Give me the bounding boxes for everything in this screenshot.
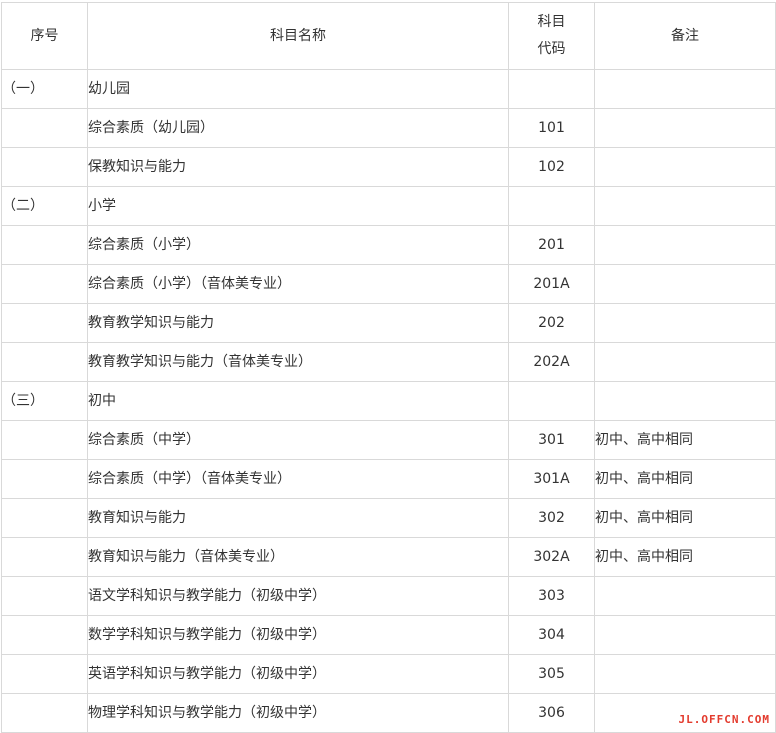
cell-seq: [1, 147, 88, 187]
cell-note: [594, 381, 776, 421]
cell-name: 英语学科知识与教学能力（初级中学）: [87, 654, 509, 694]
cell-name: 综合素质（幼儿园）: [87, 108, 509, 148]
cell-code: [508, 381, 595, 421]
cell-seq: [1, 654, 88, 694]
cell-code: 304: [508, 615, 595, 655]
header-code-line2: 代码: [537, 41, 566, 57]
cell-note: 初中、高中相同: [594, 459, 776, 499]
cell-name: 小学: [87, 186, 509, 226]
cell-name: 初中: [87, 381, 509, 421]
cell-seq: [1, 420, 88, 460]
table-row: 教育知识与能力（音体美专业） 302A 初中、高中相同: [1, 537, 776, 577]
cell-name: 综合素质（小学）: [87, 225, 509, 265]
header-name: 科目名称: [87, 2, 509, 70]
cell-seq: [1, 342, 88, 382]
table-body: 序号 科目名称 科目 代码 备注 （一） 幼儿园 综合素质（幼儿园） 101 保教知识与…: [1, 2, 776, 733]
cell-note: [594, 576, 776, 616]
subject-table: 序号 科目名称 科目 代码 备注 （一） 幼儿园 综合素质（幼儿园） 101 保教知识与…: [1, 2, 776, 733]
cell-code: 303: [508, 576, 595, 616]
cell-code: 305: [508, 654, 595, 694]
table-row: 综合素质（小学） 201: [1, 225, 776, 265]
header-code: 科目 代码: [508, 2, 595, 70]
table-row: 语文学科知识与教学能力（初级中学） 303: [1, 576, 776, 616]
header-code-line1: 科目: [537, 14, 566, 30]
cell-seq: [1, 615, 88, 655]
cell-name: 综合素质（中学）: [87, 420, 509, 460]
cell-note: [594, 108, 776, 148]
cell-code: [508, 69, 595, 109]
cell-note: [594, 654, 776, 694]
cell-seq: [1, 537, 88, 577]
cell-seq: [1, 108, 88, 148]
table-row: （一） 幼儿园: [1, 69, 776, 109]
cell-code: 201A: [508, 264, 595, 304]
cell-seq: [1, 693, 88, 733]
table-row: 物理学科知识与教学能力（初级中学） 306: [1, 693, 776, 733]
cell-name: 教育教学知识与能力（音体美专业）: [87, 342, 509, 382]
cell-seq: [1, 576, 88, 616]
cell-code: 302A: [508, 537, 595, 577]
cell-name: 语文学科知识与教学能力（初级中学）: [87, 576, 509, 616]
table-row: （二） 小学: [1, 186, 776, 226]
cell-note: [594, 264, 776, 304]
cell-note: 初中、高中相同: [594, 420, 776, 460]
cell-code: 306: [508, 693, 595, 733]
cell-note: [594, 342, 776, 382]
cell-note: 初中、高中相同: [594, 498, 776, 538]
cell-code: 101: [508, 108, 595, 148]
cell-seq: [1, 459, 88, 499]
cell-note: [594, 303, 776, 343]
table-row: 教育知识与能力 302 初中、高中相同: [1, 498, 776, 538]
cell-note: [594, 615, 776, 655]
table-row: 教育教学知识与能力（音体美专业） 202A: [1, 342, 776, 382]
cell-name: 综合素质（小学）（音体美专业）: [87, 264, 509, 304]
header-seq: 序号: [1, 2, 88, 70]
cell-seq: [1, 264, 88, 304]
cell-code: 202: [508, 303, 595, 343]
cell-name: 教育知识与能力: [87, 498, 509, 538]
cell-code: 201: [508, 225, 595, 265]
cell-note: [594, 186, 776, 226]
cell-code: 301A: [508, 459, 595, 499]
cell-code: [508, 186, 595, 226]
table-row: 综合素质（中学）（音体美专业） 301A 初中、高中相同: [1, 459, 776, 499]
cell-code: 302: [508, 498, 595, 538]
cell-name: 教育教学知识与能力: [87, 303, 509, 343]
cell-seq: （一）: [1, 69, 88, 109]
table-header-row: 序号 科目名称 科目 代码 备注: [1, 2, 776, 70]
cell-code: 301: [508, 420, 595, 460]
cell-note: [594, 69, 776, 109]
cell-name: 综合素质（中学）（音体美专业）: [87, 459, 509, 499]
cell-name: 保教知识与能力: [87, 147, 509, 187]
cell-code: 102: [508, 147, 595, 187]
cell-code: 202A: [508, 342, 595, 382]
table-row: （三） 初中: [1, 381, 776, 421]
table-row: 保教知识与能力 102: [1, 147, 776, 187]
cell-note: [594, 147, 776, 187]
cell-name: 数学学科知识与教学能力（初级中学）: [87, 615, 509, 655]
table-row: 综合素质（中学） 301 初中、高中相同: [1, 420, 776, 460]
table-row: 数学学科知识与教学能力（初级中学） 304: [1, 615, 776, 655]
cell-name: 教育知识与能力（音体美专业）: [87, 537, 509, 577]
cell-note: [594, 225, 776, 265]
table-row: 英语学科知识与教学能力（初级中学） 305: [1, 654, 776, 694]
table-row: 教育教学知识与能力 202: [1, 303, 776, 343]
cell-name: 物理学科知识与教学能力（初级中学）: [87, 693, 509, 733]
cell-seq: [1, 498, 88, 538]
cell-name: 幼儿园: [87, 69, 509, 109]
table-row: 综合素质（幼儿园） 101: [1, 108, 776, 148]
cell-seq: （二）: [1, 186, 88, 226]
header-note: 备注: [594, 2, 776, 70]
cell-seq: [1, 225, 88, 265]
cell-note: 初中、高中相同: [594, 537, 776, 577]
watermark-logo: JL.OFFCN.COM: [678, 713, 770, 726]
cell-seq: [1, 303, 88, 343]
table-row: 综合素质（小学）（音体美专业） 201A: [1, 264, 776, 304]
cell-seq: （三）: [1, 381, 88, 421]
